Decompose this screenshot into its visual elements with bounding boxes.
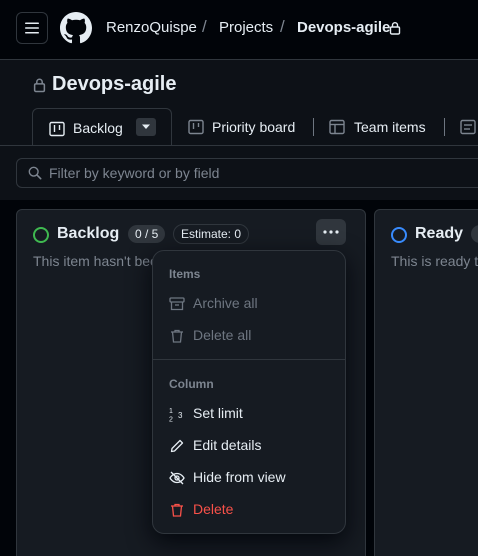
eye-closed-icon: [169, 471, 185, 485]
menu-item-label: Hide from view: [193, 469, 286, 485]
trash-icon: [171, 329, 183, 343]
hamburger-menu-button[interactable]: [16, 12, 48, 44]
number-icon: 1 2 3: [169, 408, 183, 423]
table-icon: [329, 119, 345, 135]
tab-more-view[interactable]: [460, 108, 476, 146]
tab-divider: [444, 118, 445, 136]
column-options-menu: Items Archive all Delete all Column 1 2 …: [152, 250, 346, 534]
svg-text:2: 2: [169, 417, 173, 423]
tabs-border: [0, 145, 478, 146]
breadcrumb-project-link[interactable]: Devops-agile: [297, 19, 390, 36]
delete-column-menu-item[interactable]: Delete: [153, 494, 345, 526]
menu-item-label: Archive all: [193, 295, 258, 311]
set-limit-menu-item[interactable]: 1 2 3 Set limit: [153, 398, 345, 430]
breadcrumb-separator: /: [280, 17, 285, 36]
tab-view-options-button[interactable]: [136, 118, 156, 136]
breadcrumb-owner-link[interactable]: RenzoQuispe: [106, 19, 197, 36]
item-count-badge: 0 / 5: [128, 225, 166, 243]
github-logo-icon[interactable]: [60, 12, 92, 44]
kebab-horizontal-icon: [323, 230, 339, 234]
estimate-badge: Estimate: 0: [173, 224, 250, 244]
menu-item-label: Delete all: [193, 327, 252, 343]
tab-label: Team items: [354, 119, 426, 135]
status-circle-icon: [391, 227, 407, 243]
tab-team-items[interactable]: Team items: [329, 108, 426, 146]
menu-divider: [153, 359, 345, 360]
column-description: This is ready to be picked up: [391, 253, 478, 269]
archive-all-menu-item[interactable]: Archive all: [153, 288, 345, 320]
svg-text:3: 3: [178, 411, 183, 420]
menu-group-heading: Column: [169, 377, 214, 391]
triangle-down-icon: [142, 124, 150, 129]
page-title: Devops-agile: [52, 73, 177, 95]
tab-label: Backlog: [73, 120, 123, 136]
svg-text:1: 1: [169, 408, 173, 415]
menu-group-heading: Items: [169, 267, 201, 281]
menu-item-label: Delete: [193, 501, 234, 517]
menu-item-label: Set limit: [193, 405, 243, 421]
column-title: Ready: [415, 225, 464, 242]
trash-icon: [171, 503, 183, 517]
breadcrumb-projects-link[interactable]: Projects: [219, 19, 273, 36]
lock-icon: [33, 78, 46, 93]
top-navigation-bar: RenzoQuispe / Projects / Devops-agile: [0, 0, 478, 60]
hamburger-icon: [25, 22, 39, 34]
tab-label: Priority board: [212, 119, 296, 135]
lock-icon: [389, 22, 401, 35]
board-icon: [188, 119, 204, 135]
column-options-button[interactable]: [316, 219, 346, 245]
table-icon: [49, 121, 65, 137]
status-circle-icon: [33, 227, 49, 243]
search-icon: [28, 166, 42, 180]
tab-divider: [313, 118, 314, 136]
hide-from-view-menu-item[interactable]: Hide from view: [153, 462, 345, 494]
edit-details-menu-item[interactable]: Edit details: [153, 430, 345, 462]
pencil-icon: [170, 439, 184, 453]
tab-priority-board[interactable]: Priority board: [188, 108, 295, 146]
column-title: Backlog: [57, 225, 120, 242]
roadmap-icon: [460, 119, 476, 135]
breadcrumb-separator: /: [202, 17, 207, 36]
filter-input[interactable]: [49, 159, 469, 187]
delete-all-menu-item[interactable]: Delete all: [153, 320, 345, 352]
filter-bar: [16, 158, 478, 188]
archive-icon: [169, 297, 185, 311]
menu-item-label: Edit details: [193, 437, 262, 453]
